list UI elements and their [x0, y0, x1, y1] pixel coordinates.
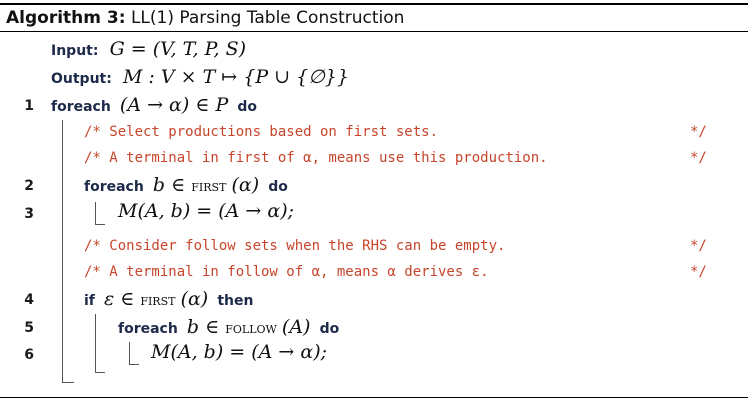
kw-then: then: [217, 293, 254, 309]
block-end-if: [95, 372, 105, 373]
comment-1: /* Select productions based on first set…: [84, 124, 439, 140]
algorithm-caption: Algorithm 3: LL(1) Parsing Table Constru…: [6, 8, 404, 28]
block-bar-inner-1: [95, 202, 96, 224]
block-bar-inner-2: [129, 342, 130, 364]
if-epsilon-line: if ε ∈ first (α) then: [84, 288, 253, 310]
comment-1-end: */: [690, 124, 707, 140]
foreach-production-line: foreach (A → α) ∈ P do: [51, 94, 257, 116]
foreach-first-line: foreach b ∈ first (α) do: [84, 174, 288, 196]
kw-do: do: [319, 321, 340, 337]
kw-foreach: foreach: [51, 99, 111, 115]
input-line: Input: G = (V, T, P, S): [51, 38, 246, 60]
line-number-3: 3: [24, 206, 34, 222]
kw-if: if: [84, 293, 95, 309]
kw-foreach: foreach: [84, 179, 144, 195]
output-label: Output:: [51, 71, 112, 87]
line-5-math: b ∈: [186, 316, 226, 338]
block-end-inner-2: [129, 364, 139, 365]
caption-rule: [0, 31, 748, 32]
input-label: Input:: [51, 43, 99, 59]
first-function: first: [140, 290, 176, 309]
caption-label: Algorithm 3:: [6, 8, 126, 28]
comment-4-end: */: [690, 264, 707, 280]
block-end-inner-1: [95, 224, 105, 225]
top-rule: [0, 3, 748, 5]
line-3-math: M(A, b) = (A → α);: [118, 200, 295, 222]
follow-function: follow: [225, 318, 277, 337]
output-line: Output: M : V × T ↦ {P ∪ {∅}}: [51, 66, 349, 88]
line-number-1: 1: [24, 98, 34, 114]
line-4-arg: (α): [180, 288, 209, 310]
line-1-math: (A → α) ∈ P: [119, 94, 229, 116]
kw-foreach: foreach: [118, 321, 178, 337]
output-math: M : V × T ↦ {P ∪ {∅}}: [122, 66, 349, 88]
comment-2: /* A terminal in first of α, means use t…: [84, 150, 548, 166]
comment-4: /* A terminal in follow of α, means α de…: [84, 264, 489, 280]
line-6-math: M(A, b) = (A → α);: [151, 341, 328, 363]
kw-do: do: [237, 99, 257, 115]
comment-2-end: */: [690, 150, 707, 166]
bottom-rule: [0, 397, 748, 398]
line-number-2: 2: [24, 178, 34, 194]
comment-3-end: */: [690, 238, 707, 254]
block-bar-outer: [62, 120, 63, 382]
line-2-arg: (α): [231, 174, 260, 196]
caption-title: LL(1) Parsing Table Construction: [130, 8, 405, 28]
foreach-follow-line: foreach b ∈ follow (A) do: [118, 316, 339, 338]
first-function: first: [191, 176, 227, 195]
line-5-arg: (A): [281, 316, 311, 338]
line-number-4: 4: [24, 292, 34, 308]
kw-do: do: [268, 179, 288, 195]
line-4-math: ε ∈: [103, 288, 141, 310]
comment-3: /* Consider follow sets when the RHS can…: [84, 238, 506, 254]
block-end-outer: [62, 382, 74, 383]
line-2-math: b ∈: [152, 174, 192, 196]
input-math: G = (V, T, P, S): [109, 38, 247, 60]
line-number-6: 6: [24, 347, 34, 363]
line-number-5: 5: [24, 320, 34, 336]
block-bar-if: [95, 314, 96, 372]
